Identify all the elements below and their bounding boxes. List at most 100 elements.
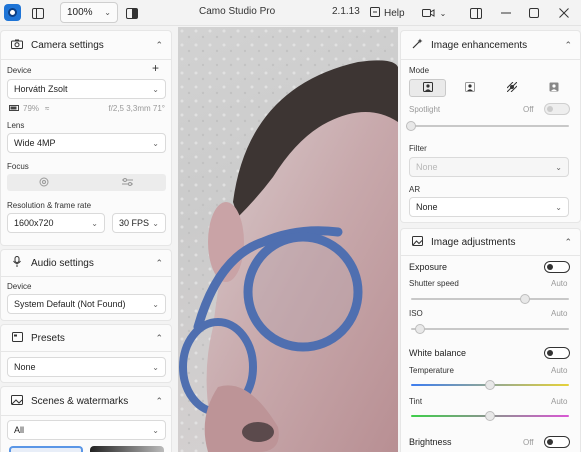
chevron-up-icon: ⌃ xyxy=(564,236,572,247)
temperature-label: Temperature xyxy=(409,366,454,375)
camera-settings-header[interactable]: Camera settings ⌃ xyxy=(1,32,171,58)
scenes-title: Scenes & watermarks xyxy=(31,395,129,407)
filter-value: None xyxy=(416,162,438,172)
wifi-icon: ≈ xyxy=(45,104,50,113)
spotlight-label: Spotlight xyxy=(409,105,441,114)
camera-settings-panel: Camera settings ⌃ Device + Horváth Zsolt… xyxy=(0,30,172,246)
fps-value: 30 FPS xyxy=(119,218,150,228)
camo-app-icon xyxy=(4,4,21,21)
temperature-state: Auto xyxy=(551,366,568,375)
iso-state: Auto xyxy=(551,309,568,318)
portrait-icon xyxy=(422,81,433,95)
video-camera-icon[interactable] xyxy=(418,3,438,23)
panel-icon[interactable] xyxy=(466,3,486,23)
scene-thumbnail[interactable] xyxy=(90,446,164,452)
mode-replace-button[interactable] xyxy=(535,79,572,97)
shutter-label: Shutter speed xyxy=(409,279,459,288)
chevron-down-icon: ⌄ xyxy=(152,425,159,435)
help-button[interactable]: Help xyxy=(370,3,405,23)
slider-thumb[interactable] xyxy=(415,324,426,334)
battery-status: 79% ≈ xyxy=(9,104,49,113)
scenes-icon xyxy=(9,394,25,408)
mode-portrait-button[interactable] xyxy=(451,79,488,97)
chevron-down-icon: ⌄ xyxy=(152,362,159,372)
battery-icon xyxy=(9,104,20,113)
add-device-button[interactable]: + xyxy=(152,61,159,75)
battery-percent: 79% xyxy=(23,104,40,113)
lens-select[interactable]: Wide 4MP ⌄ xyxy=(7,133,166,153)
tint-state: Auto xyxy=(551,397,568,406)
chevron-down-icon: ⌄ xyxy=(555,162,562,172)
ar-label: AR xyxy=(409,185,421,194)
slider-thumb[interactable] xyxy=(519,294,530,304)
resolution-select[interactable]: 1600x720 ⌄ xyxy=(7,213,105,233)
image-icon xyxy=(409,235,425,249)
scenes-filter-value: All xyxy=(14,425,25,435)
divider xyxy=(1,351,171,352)
autofocus-icon[interactable] xyxy=(39,177,51,188)
exposure-toggle[interactable] xyxy=(544,261,570,273)
scenes-filter-select[interactable]: All ⌄ xyxy=(7,420,166,440)
temperature-slider[interactable] xyxy=(411,380,569,390)
presets-select[interactable]: None ⌄ xyxy=(7,357,166,377)
magic-wand-icon xyxy=(409,38,425,52)
brightness-toggle[interactable] xyxy=(544,436,570,448)
brightness-label: Brightness xyxy=(409,437,452,447)
divider xyxy=(1,415,171,416)
split-view-icon[interactable] xyxy=(122,3,142,23)
chevron-down-icon: ⌄ xyxy=(91,218,98,228)
chevron-up-icon: ⌃ xyxy=(155,257,163,268)
chevron-down-icon: ⌄ xyxy=(104,8,111,17)
audio-device-label: Device xyxy=(7,282,32,291)
audio-device-value: System Default (Not Found) xyxy=(14,299,126,309)
mode-blur-button[interactable] xyxy=(493,79,530,97)
scenes-header[interactable]: Scenes & watermarks ⌃ xyxy=(1,388,171,414)
spotlight-toggle[interactable] xyxy=(544,103,570,115)
close-icon[interactable] xyxy=(554,3,574,23)
white-balance-toggle[interactable] xyxy=(544,347,570,359)
sidebar-icon[interactable] xyxy=(28,3,48,23)
tint-slider[interactable] xyxy=(411,411,569,421)
resolution-label: Resolution & frame rate xyxy=(7,201,92,210)
scene-thumbnail-selected[interactable] xyxy=(9,446,83,452)
manual-focus-icon[interactable] xyxy=(122,177,134,188)
app-version: 2.1.13 xyxy=(332,6,360,17)
background-replace-icon xyxy=(549,82,559,95)
iso-slider[interactable] xyxy=(411,324,569,334)
lens-value: Wide 4MP xyxy=(14,138,56,148)
slider-thumb[interactable] xyxy=(485,411,495,421)
divider xyxy=(1,276,171,277)
minimize-icon[interactable] xyxy=(496,3,516,23)
title-bar: 100% ⌄ Camo Studio Pro 2.1.13 Help ⌄ xyxy=(0,0,581,26)
ar-select[interactable]: None ⌄ xyxy=(409,197,569,217)
fps-select[interactable]: 30 FPS ⌄ xyxy=(112,213,166,233)
device-label: Device xyxy=(7,66,32,75)
chevron-down-icon[interactable]: ⌄ xyxy=(436,3,450,23)
person-icon xyxy=(464,81,475,95)
presets-title: Presets xyxy=(31,332,65,344)
zoom-select[interactable]: 100% ⌄ xyxy=(60,2,118,23)
camera-device-select[interactable]: Horváth Zsolt ⌄ xyxy=(7,79,166,99)
audio-settings-header[interactable]: Audio settings ⌃ xyxy=(1,250,171,276)
image-adjustments-header[interactable]: Image adjustments ⌃ xyxy=(401,229,580,255)
slider-thumb[interactable] xyxy=(485,380,495,390)
mode-none-button[interactable] xyxy=(409,79,446,97)
shutter-slider[interactable] xyxy=(411,294,569,304)
spotlight-slider[interactable] xyxy=(406,121,569,131)
audio-device-select[interactable]: System Default (Not Found) ⌄ xyxy=(7,294,166,314)
spotlight-state: Off xyxy=(523,105,534,114)
audio-settings-title: Audio settings xyxy=(31,257,94,269)
chevron-up-icon: ⌃ xyxy=(155,39,163,50)
chevron-up-icon: ⌃ xyxy=(155,332,163,343)
maximize-icon[interactable] xyxy=(524,3,544,23)
chevron-up-icon: ⌃ xyxy=(155,395,163,406)
presets-header[interactable]: Presets ⌃ xyxy=(1,325,171,351)
image-enhancements-header[interactable]: Image enhancements ⌃ xyxy=(401,32,580,58)
slider-thumb[interactable] xyxy=(406,121,416,131)
camera-settings-title: Camera settings xyxy=(31,39,104,51)
tint-label: Tint xyxy=(409,397,423,406)
exposure-label: Exposure xyxy=(409,262,448,272)
window-title: Camo Studio Pro xyxy=(199,6,276,17)
filter-select[interactable]: None ⌄ xyxy=(409,157,569,177)
focus-label: Focus xyxy=(7,162,29,171)
